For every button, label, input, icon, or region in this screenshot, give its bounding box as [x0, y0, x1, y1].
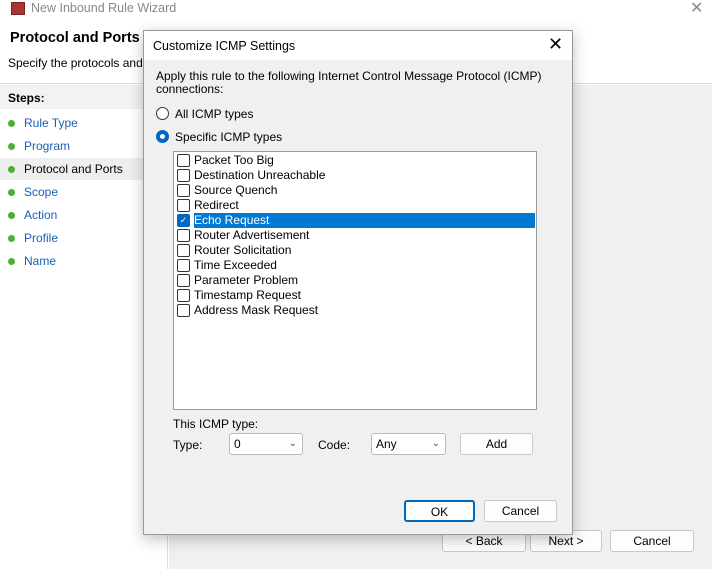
checkbox[interactable]: ✓: [177, 214, 190, 227]
step-label: Name: [24, 254, 57, 268]
window-title: New Inbound Rule Wizard: [31, 1, 177, 15]
specific-icmp-radio[interactable]: [156, 130, 169, 143]
code-dropdown[interactable]: Any ⌄: [371, 433, 446, 455]
icmp-type-label: Router Advertisement: [194, 228, 310, 242]
checkbox[interactable]: [177, 259, 190, 272]
step-label: Scope: [24, 185, 59, 199]
icmp-type-label: Destination Unreachable: [194, 168, 326, 182]
step-label: Action: [24, 208, 58, 222]
all-icmp-radio[interactable]: [156, 107, 169, 120]
icmp-type-item[interactable]: Router Solicitation: [175, 243, 535, 258]
icmp-type-label: Echo Request: [194, 213, 270, 227]
dialog-close-button[interactable]: ✕: [548, 34, 563, 55]
icmp-type-item[interactable]: Parameter Problem: [175, 273, 535, 288]
step-status-icon: [8, 166, 15, 173]
this-icmp-type-label: This ICMP type:: [173, 417, 259, 431]
dialog-description: Apply this rule to the following Interne…: [156, 69, 542, 96]
icmp-type-item[interactable]: Source Quench: [175, 183, 535, 198]
step-status-icon: [8, 189, 15, 196]
specific-icmp-label: Specific ICMP types: [175, 130, 283, 144]
step-label: Profile: [24, 231, 59, 245]
step-label: Program: [24, 139, 71, 153]
chevron-down-icon: ⌄: [431, 438, 440, 449]
add-button[interactable]: Add: [460, 433, 533, 455]
checkbox[interactable]: [177, 199, 190, 212]
type-value: 0: [234, 437, 241, 451]
page-subtitle: Specify the protocols and po: [8, 56, 160, 70]
checkbox[interactable]: [177, 229, 190, 242]
step-label: Protocol and Ports: [24, 162, 123, 176]
icmp-type-label: Parameter Problem: [194, 273, 299, 287]
checkbox[interactable]: [177, 184, 190, 197]
icmp-type-item[interactable]: Packet Too Big: [175, 153, 535, 168]
steps-label: Steps:: [8, 91, 45, 105]
chevron-down-icon: ⌄: [288, 438, 297, 449]
checkbox[interactable]: [177, 289, 190, 302]
icmp-type-label: Router Solicitation: [194, 243, 292, 257]
window-close-button[interactable]: ✕: [690, 0, 703, 18]
checkbox[interactable]: [177, 154, 190, 167]
code-value: Any: [376, 437, 397, 451]
step-status-icon: [8, 143, 15, 150]
icmp-type-item[interactable]: Destination Unreachable: [175, 168, 535, 183]
dialog-title: Customize ICMP Settings: [153, 39, 296, 53]
icmp-type-item[interactable]: Redirect: [175, 198, 535, 213]
icmp-type-label: Timestamp Request: [194, 288, 301, 302]
step-label: Rule Type: [24, 116, 78, 130]
icmp-type-item[interactable]: Time Exceeded: [175, 258, 535, 273]
step-status-icon: [8, 120, 15, 127]
customize-icmp-dialog: Customize ICMP Settings ✕ Apply this rul…: [143, 30, 573, 535]
icmp-type-label: Redirect: [194, 198, 239, 212]
step-status-icon: [8, 235, 15, 242]
cancel-button[interactable]: Cancel: [610, 530, 694, 552]
ok-button[interactable]: OK: [404, 500, 475, 522]
icmp-type-label: Source Quench: [194, 183, 278, 197]
icmp-type-item[interactable]: Timestamp Request: [175, 288, 535, 303]
dialog-cancel-button[interactable]: Cancel: [484, 500, 557, 522]
step-status-icon: [8, 258, 15, 265]
step-status-icon: [8, 212, 15, 219]
icmp-type-item[interactable]: ✓ Echo Request: [177, 213, 535, 228]
type-dropdown[interactable]: 0 ⌄: [229, 433, 303, 455]
icmp-type-label: Time Exceeded: [194, 258, 277, 272]
all-icmp-label: All ICMP types: [175, 107, 254, 121]
page-title: Protocol and Ports: [10, 30, 140, 46]
firewall-icon: [11, 2, 25, 15]
icmp-types-list[interactable]: Packet Too Big Destination Unreachable Sou…: [173, 151, 537, 410]
icmp-type-item[interactable]: Router Advertisement: [175, 228, 535, 243]
checkbox[interactable]: [177, 304, 190, 317]
icmp-type-item[interactable]: Address Mask Request: [175, 303, 535, 318]
checkbox[interactable]: [177, 274, 190, 287]
checkbox[interactable]: [177, 169, 190, 182]
icmp-type-label: Address Mask Request: [194, 303, 319, 317]
icmp-type-label: Packet Too Big: [194, 153, 274, 167]
code-label: Code:: [318, 438, 351, 452]
type-label: Type:: [173, 438, 203, 452]
checkbox[interactable]: [177, 244, 190, 257]
